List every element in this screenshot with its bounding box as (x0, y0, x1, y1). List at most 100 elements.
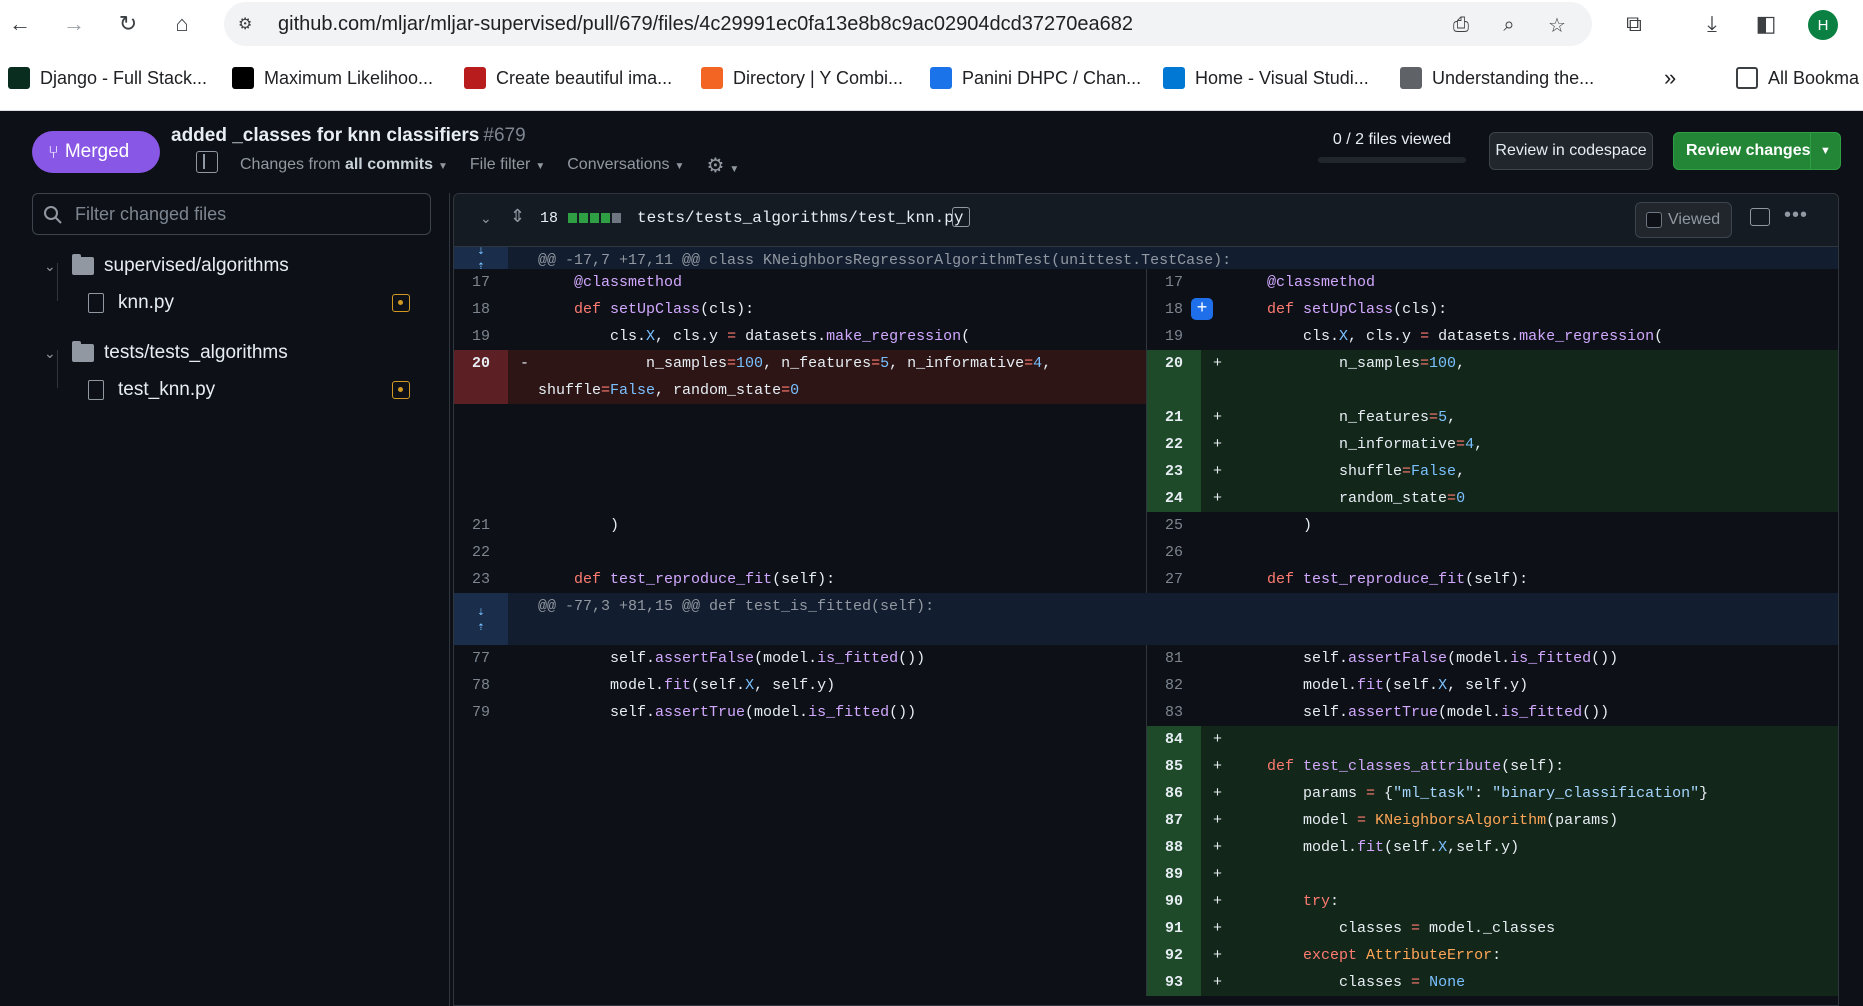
bookmark-item[interactable]: Understanding the... (1400, 65, 1594, 91)
diff-line[interactable]: 23 def test_reproduce_fit(self): 27 def t… (454, 566, 1838, 593)
file-path[interactable]: tests/tests_algorithms/test_knn.py (637, 209, 963, 227)
diff-line[interactable]: 19 cls.X, cls.y = datasets.make_regressi… (454, 323, 1838, 350)
chevron-down-icon[interactable]: ⌄ (44, 258, 62, 275)
diff-line[interactable]: 77 self.assertFalse(model.is_fitted()) 81… (454, 645, 1838, 672)
diff-line[interactable]: 21 + n_features=5, (454, 404, 1838, 431)
site-settings-icon[interactable]: ⚙ (238, 14, 260, 34)
bookmark-item[interactable]: Home - Visual Studi... (1163, 65, 1369, 91)
diff-line[interactable]: 23 + shuffle=False, (454, 458, 1838, 485)
install-app-icon[interactable]: ⎙ (1448, 12, 1474, 38)
line-number[interactable]: 91 (1147, 915, 1201, 942)
line-number[interactable]: 22 (454, 539, 508, 566)
reload-icon[interactable]: ↻ (112, 8, 144, 40)
diff-line[interactable]: 18 def setUpClass(cls): 18 def setUpClass… (454, 296, 1838, 323)
home-icon[interactable]: ⌂ (166, 8, 198, 40)
line-number[interactable]: 19 (1147, 323, 1201, 350)
bookmark-item[interactable]: Maximum Likelihoo... (232, 65, 433, 91)
conversations-dropdown[interactable]: Conversations ▼ (567, 156, 684, 174)
diff-line[interactable]: 89 + (454, 861, 1838, 888)
line-number[interactable]: 82 (1147, 672, 1201, 699)
diff-line[interactable]: 22 + n_informative=4, (454, 431, 1838, 458)
file-filter-dropdown[interactable]: File filter ▼ (470, 156, 545, 174)
expand-lines-icon[interactable]: ⇣ ⇡ (454, 244, 508, 273)
diff-line[interactable]: 24 + random_state=0 (454, 485, 1838, 512)
line-number[interactable]: 93 (1147, 969, 1201, 996)
diff-line[interactable]: 85 + def test_classes_attribute(self): (454, 753, 1838, 780)
bookmark-item[interactable]: Create beautiful ima... (464, 65, 672, 91)
line-number[interactable]: 79 (454, 699, 508, 726)
tree-folder-tests-algorithms[interactable]: ⌄ tests/tests_algorithms (32, 333, 432, 373)
line-number[interactable]: 89 (1147, 861, 1201, 888)
add-comment-icon[interactable]: + (1191, 298, 1213, 320)
diff-line[interactable]: 90 + try: (454, 888, 1838, 915)
line-number[interactable]: 20 (454, 350, 508, 377)
comment-icon[interactable] (1750, 208, 1770, 226)
diff-line[interactable]: 93 + classes = None (454, 969, 1838, 996)
filter-input[interactable] (75, 200, 415, 228)
zoom-icon[interactable]: ⌕ (1496, 12, 1522, 38)
line-number[interactable] (1147, 377, 1201, 404)
line-number[interactable]: 88 (1147, 834, 1201, 861)
bookmark-item[interactable]: Directory | Y Combi... (701, 65, 903, 91)
tree-file-knn[interactable]: knn.py (32, 283, 432, 323)
line-number[interactable]: 21 (454, 512, 508, 539)
line-number[interactable]: 84 (1147, 726, 1201, 753)
line-number[interactable]: 23 (1147, 458, 1201, 485)
diff-line[interactable]: 87 + model = KNeighborsAlgorithm(params) (454, 807, 1838, 834)
line-number[interactable]: 87 (1147, 807, 1201, 834)
filter-changed-files[interactable] (32, 193, 431, 235)
all-bookmarks[interactable]: All Bookma (1736, 65, 1859, 91)
diff-settings-gear-icon[interactable]: ⚙ ▼ (706, 153, 739, 178)
toggle-file-tree-icon[interactable] (196, 151, 218, 173)
line-number[interactable]: 27 (1147, 566, 1201, 593)
diff-line[interactable]: shuffle=False, random_state=0 (454, 377, 1838, 404)
profile-avatar[interactable]: H (1808, 10, 1838, 40)
extensions-icon[interactable]: ⧉ (1618, 8, 1650, 40)
diff-line[interactable]: 91 + classes = model._classes (454, 915, 1838, 942)
checkbox-icon[interactable] (1646, 212, 1662, 228)
bookmark-item[interactable]: Panini DHPC / Chan... (930, 65, 1141, 91)
bookmark-star-icon[interactable]: ☆ (1544, 12, 1570, 38)
review-in-codespace-button[interactable]: Review in codespace (1489, 132, 1653, 170)
line-number[interactable]: 83 (1147, 699, 1201, 726)
diff-line[interactable]: 88 + model.fit(self.X,self.y) (454, 834, 1838, 861)
line-number[interactable]: 26 (1147, 539, 1201, 566)
changes-from-dropdown[interactable]: Changes from all commits ▼ (240, 156, 448, 174)
line-number[interactable] (454, 377, 508, 404)
side-panel-icon[interactable]: ◧ (1750, 8, 1782, 40)
address-bar[interactable]: ⚙ github.com/mljar/mljar-supervised/pull… (224, 2, 1592, 46)
line-number[interactable]: 21 (1147, 404, 1201, 431)
line-number[interactable]: 85 (1147, 753, 1201, 780)
review-changes-dropdown-icon[interactable]: ▼ (1810, 133, 1840, 169)
diff-line[interactable]: 21 ) 25 ) (454, 512, 1838, 539)
chevron-down-icon[interactable]: ⌄ (44, 345, 62, 362)
review-changes-button[interactable]: Review changes ▼ (1673, 132, 1841, 170)
line-number[interactable]: 77 (454, 645, 508, 672)
viewed-checkbox[interactable]: Viewed (1635, 202, 1732, 238)
bookmarks-overflow-icon[interactable]: » (1664, 65, 1676, 91)
line-number[interactable]: 78 (454, 672, 508, 699)
line-number[interactable]: 24 (1147, 485, 1201, 512)
back-icon[interactable]: ← (4, 8, 36, 40)
expand-lines-icon[interactable]: ⇣ ⇡ (454, 593, 508, 645)
copy-icon[interactable] (952, 207, 970, 227)
downloads-icon[interactable]: ⤓ (1696, 8, 1728, 40)
diff-line[interactable]: 79 self.assertTrue(model.is_fitted()) 83 … (454, 699, 1838, 726)
line-number[interactable]: 81 (1147, 645, 1201, 672)
diff-line[interactable]: 17 @classmethod 17 @classmethod (454, 269, 1838, 296)
line-number[interactable]: 19 (454, 323, 508, 350)
line-number[interactable]: 20 (1147, 350, 1201, 377)
line-number[interactable]: 17 (454, 269, 508, 296)
diff-line[interactable]: 78 model.fit(self.X, self.y) 82 model.fit… (454, 672, 1838, 699)
line-number[interactable]: 92 (1147, 942, 1201, 969)
line-number[interactable]: 22 (1147, 431, 1201, 458)
tree-folder-supervised-algorithms[interactable]: ⌄ supervised/algorithms (32, 246, 432, 286)
url-text[interactable]: github.com/mljar/mljar-supervised/pull/6… (278, 13, 1133, 36)
line-number[interactable]: 86 (1147, 780, 1201, 807)
line-number[interactable]: 23 (454, 566, 508, 593)
forward-icon[interactable]: → (58, 8, 90, 40)
line-number[interactable]: 90 (1147, 888, 1201, 915)
tree-file-test-knn[interactable]: test_knn.py (32, 370, 432, 410)
bookmark-item[interactable]: Django - Full Stack... (8, 65, 207, 91)
line-number[interactable]: 25 (1147, 512, 1201, 539)
